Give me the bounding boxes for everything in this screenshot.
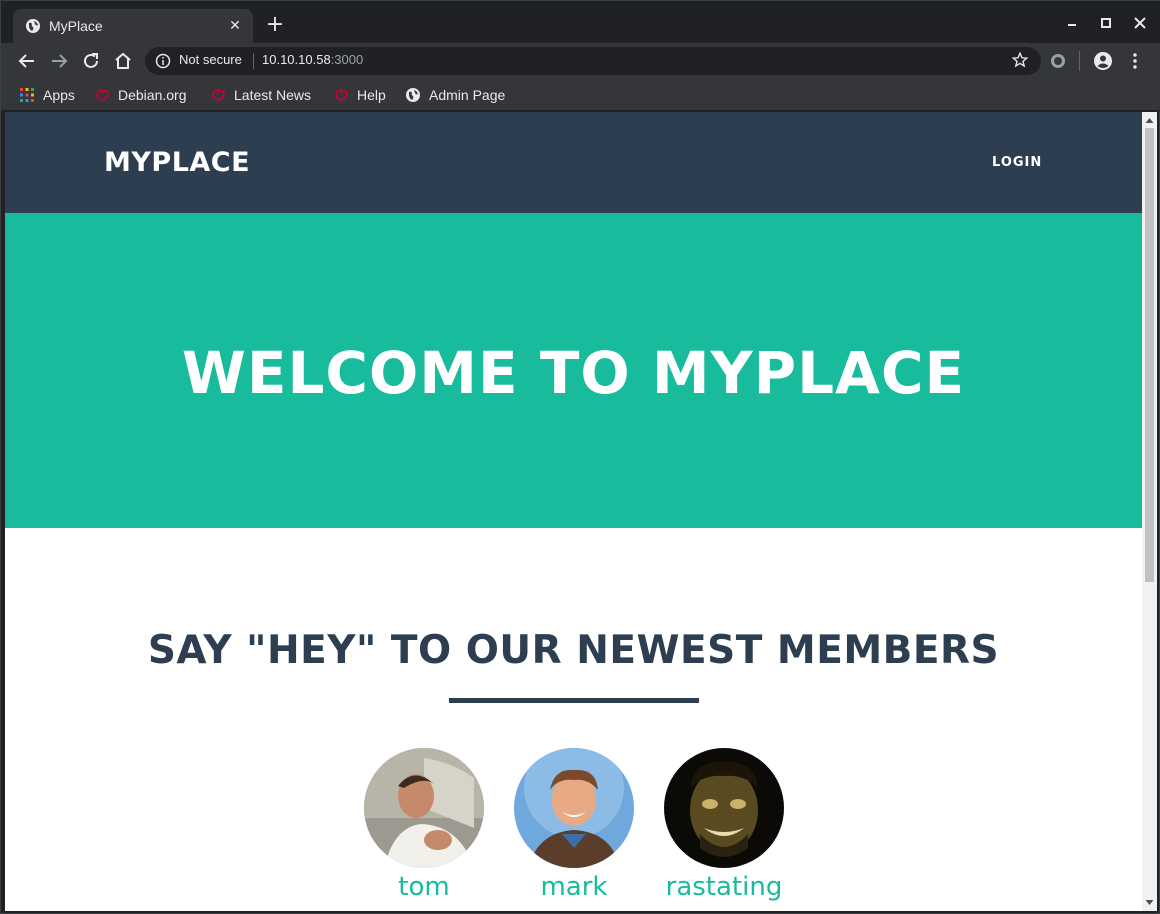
scroll-down-icon[interactable]	[1145, 898, 1154, 907]
close-tab-icon[interactable]: ✕	[225, 16, 245, 36]
minimize-button[interactable]	[1057, 11, 1087, 35]
tab-title: MyPlace	[49, 18, 103, 34]
bookmark-star-icon[interactable]	[1011, 51, 1029, 69]
member-photo	[364, 748, 484, 868]
hero-banner: WELCOME TO MYPLACE	[5, 213, 1142, 528]
maximize-button[interactable]	[1091, 11, 1121, 35]
member-photo	[514, 748, 634, 868]
debian-swirl-icon	[212, 89, 225, 101]
debian-swirl-icon	[96, 89, 109, 101]
apps-grid-icon	[20, 88, 34, 102]
tab-myplace[interactable]: MyPlace ✕	[13, 9, 253, 43]
hero-title: WELCOME TO MYPLACE	[181, 339, 966, 407]
bookmark-apps[interactable]: Apps	[19, 84, 75, 106]
login-link[interactable]: LOGIN	[992, 155, 1042, 170]
bookmarks-bar: Apps Debian.org Latest News Help Admin P…	[1, 79, 1160, 111]
avatar[interactable]	[364, 748, 484, 868]
close-icon	[1134, 17, 1146, 29]
browser-window: MyPlace ✕ + Not secure 10.10.10.58:3000 …	[0, 0, 1160, 914]
site-navbar: MYPLACE LOGIN	[5, 112, 1142, 213]
member-name[interactable]: rastating	[624, 872, 824, 902]
members-heading: SAY "HEY" TO OUR NEWEST MEMBERS	[147, 628, 1000, 673]
profile-icon[interactable]	[1091, 49, 1115, 73]
address-bar[interactable]: Not secure 10.10.10.58:3000	[145, 47, 1041, 75]
bookmark-help[interactable]: Help	[333, 84, 386, 106]
close-window-button[interactable]	[1125, 11, 1155, 35]
avatar[interactable]	[664, 748, 784, 868]
page-scrollbar[interactable]	[1142, 112, 1157, 911]
url-text[interactable]: 10.10.10.58:3000	[262, 52, 363, 67]
bookmark-label: Help	[357, 87, 386, 103]
bookmark-label: Apps	[43, 87, 75, 103]
debian-swirl-icon	[335, 89, 348, 101]
bookmark-debian[interactable]: Debian.org	[94, 84, 187, 106]
omnibox-divider	[253, 53, 254, 69]
security-status: Not secure	[179, 52, 242, 67]
reload-icon[interactable]	[79, 49, 103, 73]
page-viewport: MYPLACE LOGIN WELCOME TO MYPLACE SAY "HE…	[5, 112, 1142, 911]
newest-members-section: SAY "HEY" TO OUR NEWEST MEMBERS tom mark…	[5, 528, 1142, 911]
scrollbar-thumb[interactable]	[1145, 128, 1154, 582]
tab-strip: MyPlace ✕ +	[1, 1, 1160, 43]
url-host: 10.10.10.58	[262, 52, 331, 67]
site-brand-link[interactable]: MYPLACE	[104, 147, 250, 178]
menu-kebab-icon[interactable]	[1123, 49, 1147, 73]
home-icon[interactable]	[111, 49, 135, 73]
forward-icon[interactable]	[47, 49, 71, 73]
toolbar-divider	[1079, 51, 1080, 71]
scroll-up-icon[interactable]	[1145, 116, 1154, 125]
info-icon[interactable]	[155, 53, 171, 69]
globe-icon	[406, 88, 420, 102]
heading-divider	[449, 698, 699, 703]
avatar[interactable]	[514, 748, 634, 868]
bookmark-latest-news[interactable]: Latest News	[210, 84, 311, 106]
globe-icon	[26, 19, 40, 33]
browser-toolbar: Not secure 10.10.10.58:3000	[1, 43, 1160, 79]
member-photo	[664, 748, 784, 868]
member-card[interactable]: mark	[514, 748, 634, 902]
bookmark-admin-page[interactable]: Admin Page	[405, 84, 505, 106]
bookmark-label: Admin Page	[429, 87, 506, 103]
new-tab-button[interactable]: +	[263, 13, 287, 37]
bookmark-label: Latest News	[234, 87, 312, 103]
minimize-icon	[1068, 24, 1076, 26]
bookmark-label: Debian.org	[118, 87, 187, 103]
url-port: :3000	[330, 52, 364, 67]
extension-icon[interactable]	[1046, 49, 1070, 73]
member-card[interactable]: rastating	[664, 748, 784, 902]
maximize-icon	[1101, 18, 1111, 28]
back-icon[interactable]	[15, 49, 39, 73]
member-card[interactable]: tom	[364, 748, 484, 902]
